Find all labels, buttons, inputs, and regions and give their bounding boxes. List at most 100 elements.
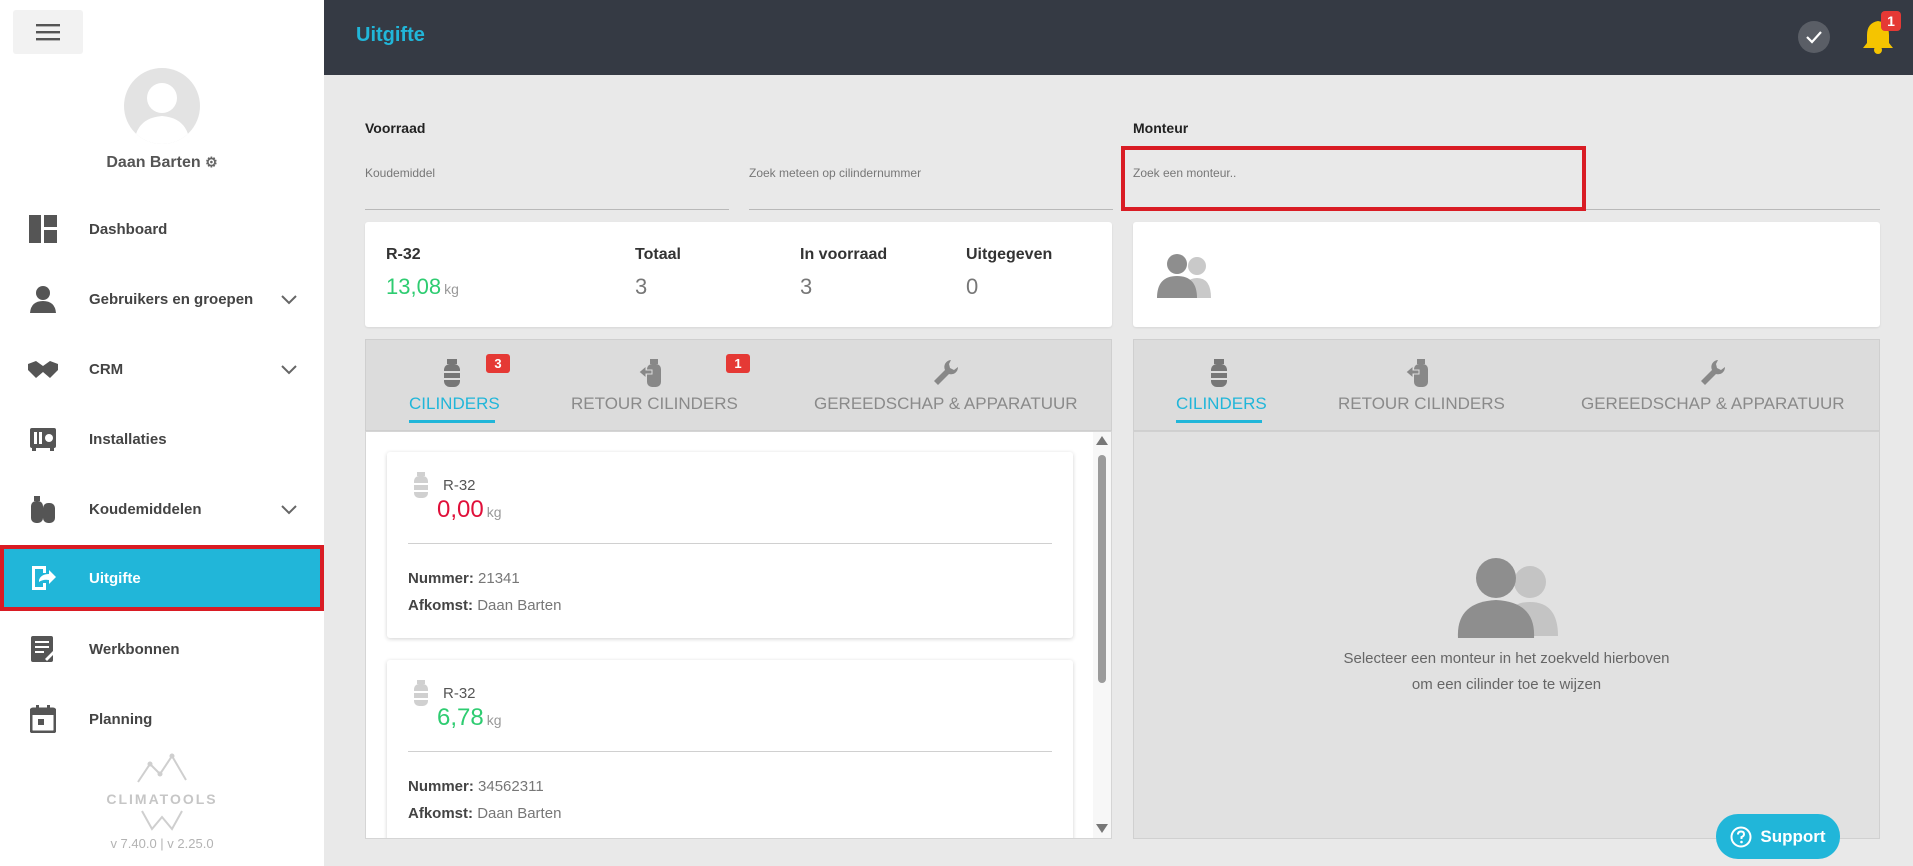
cylinder-return-icon — [1405, 359, 1428, 387]
scroll-thumb[interactable] — [1098, 455, 1106, 683]
sidebar-item-dashboard[interactable]: Dashboard — [0, 198, 324, 260]
monteur-label: Monteur — [1133, 120, 1189, 136]
tab-cilinders[interactable]: CILINDERS — [409, 340, 500, 430]
cylinder-name: R-32 — [443, 685, 476, 702]
cilinder-search-input[interactable]: Zoek meteen op cilindernummer — [749, 154, 1113, 210]
gear-icon[interactable]: ⚙ — [205, 154, 218, 170]
cylinder-afkomst: Afkomst: Daan Barten — [408, 597, 561, 614]
weight-unit: kg — [486, 712, 502, 728]
tab-label: CILINDERS — [1176, 394, 1267, 413]
scrollbar[interactable] — [1093, 432, 1111, 838]
weight-unit: kg — [444, 281, 459, 297]
nummer-value: 34562311 — [478, 778, 544, 795]
chevron-down-icon[interactable] — [280, 290, 298, 308]
cylinder-card[interactable]: R-32 6,78 kg Nummer: 34562311 Afkomst: Da… — [387, 660, 1073, 838]
person-icon — [28, 284, 58, 314]
climatools-mountain-icon — [137, 753, 187, 783]
cylinder-nummer: Nummer: 21341 — [408, 570, 520, 587]
sidebar-item-installaties[interactable]: Installaties — [0, 408, 324, 470]
weight-value: 13,08 — [386, 274, 442, 299]
afkomst-value: Daan Barten — [477, 597, 562, 614]
sidebar-item-label: Planning — [89, 710, 153, 728]
sidebar-item-label: Koudemiddelen — [89, 500, 202, 518]
avatar[interactable] — [124, 68, 200, 144]
tab-label: GEREEDSCHAP & APPARATUUR — [814, 394, 1078, 413]
empty-state-line2: om een cilinder toe te wijzen — [1411, 676, 1602, 693]
scroll-up-arrow-icon[interactable] — [1096, 436, 1108, 445]
cylinder-name: R-32 — [443, 477, 476, 494]
user-name-row[interactable]: Daan Barten ⚙ — [0, 154, 324, 172]
cylinder-card[interactable]: R-32 0,00 kg Nummer: 21341 Afkomst: Daan … — [387, 452, 1073, 638]
tab-cilinders[interactable]: CILINDERS — [1176, 340, 1267, 430]
sidebar-item-werkbonnen[interactable]: Werkbonnen — [0, 618, 324, 680]
sidebar-item-label: Uitgifte — [89, 569, 141, 587]
cylinder-return-icon — [638, 359, 661, 387]
active-tab-underline — [1176, 420, 1262, 423]
uitgegeven-value: 0 — [966, 274, 979, 299]
scroll-down-arrow-icon[interactable] — [1096, 824, 1108, 833]
cylinder-icon — [1211, 359, 1227, 387]
totaal-value: 3 — [635, 274, 648, 299]
afkomst-label: Afkomst: — [408, 597, 474, 614]
brand-name: CLIMATOOLS — [106, 791, 218, 807]
tab-gereedschap[interactable]: GEREEDSCHAP & APPARATUUR — [1581, 340, 1845, 430]
sidebar-item-gebruikers[interactable]: Gebruikers en groepen — [0, 268, 324, 330]
koudemiddel-select[interactable]: Koudemiddel — [365, 154, 729, 210]
active-tab-underline — [409, 420, 495, 423]
divider — [408, 543, 1052, 544]
calendar-icon — [28, 704, 58, 734]
cylinders-icon — [28, 494, 58, 524]
afkomst-value: Daan Barten — [477, 805, 562, 822]
cylinder-icon — [444, 359, 460, 387]
sidebar-item-crm[interactable]: CRM — [0, 338, 324, 400]
in-voorraad-value: 3 — [800, 274, 813, 299]
app-version: v 7.40.0 | v 2.25.0 — [110, 836, 214, 851]
tab-label: GEREEDSCHAP & APPARATUUR — [1581, 394, 1845, 413]
weight-unit: kg — [486, 504, 502, 520]
page-title: Uitgifte — [356, 24, 425, 46]
tab-retour-cilinders[interactable]: RETOUR CILINDERS — [1338, 340, 1505, 430]
refrigerant-name: R-32 — [386, 246, 421, 263]
totaal-label: Totaal — [635, 246, 681, 263]
support-button[interactable]: Support — [1716, 814, 1840, 859]
cilinders-count-badge: 3 — [486, 354, 510, 373]
hamburger-icon — [36, 24, 60, 41]
tab-retour-cilinders[interactable]: RETOUR CILINDERS — [571, 340, 738, 430]
check-button[interactable] — [1798, 21, 1830, 53]
right-tabs: CILINDERS RETOUR CILINDERS GEREEDSCHAP &… — [1133, 339, 1880, 431]
uitgegeven-label: Uitgegeven — [966, 246, 1053, 263]
topbar: Uitgifte 1 — [324, 0, 1913, 75]
chevron-down-icon[interactable] — [280, 500, 298, 518]
user-name: Daan Barten — [106, 154, 201, 171]
sidebar-item-label: Gebruikers en groepen — [89, 290, 254, 308]
chevron-down-icon[interactable] — [280, 360, 298, 378]
hamburger-menu-button[interactable] — [13, 10, 83, 54]
stock-summary-card: R-32 13,08 kg Totaal 3 In voorraad 3 Uitg… — [365, 222, 1112, 327]
tab-label: CILINDERS — [409, 394, 500, 413]
cylinder-weight: 6,78 kg — [437, 704, 502, 732]
user-silhouette-icon — [134, 83, 190, 144]
refrigerant-weight: 13,08 kg — [386, 274, 459, 300]
cylinder-list: R-32 0,00 kg Nummer: 21341 Afkomst: Daan … — [365, 431, 1112, 839]
sidebar-item-planning[interactable]: Planning — [0, 688, 324, 750]
cilinder-search-placeholder: Zoek meteen op cilindernummer — [749, 166, 922, 180]
users-group-icon — [1157, 254, 1211, 298]
retour-count-badge: 1 — [726, 354, 750, 373]
dashboard-icon — [28, 214, 58, 244]
cylinder-nummer: Nummer: 34562311 — [408, 778, 544, 795]
koudemiddel-placeholder: Koudemiddel — [365, 166, 436, 180]
monteur-card — [1133, 222, 1880, 327]
sidebar: Daan Barten ⚙ Dashboard Gebruikers en gr… — [0, 0, 324, 866]
sidebar-item-label: Installaties — [89, 430, 167, 448]
climatools-wave-icon — [141, 810, 183, 831]
weight-value: 6,78 — [437, 704, 484, 731]
empty-state-message: Selecteer een monteur in het zoekveld hi… — [1134, 646, 1879, 698]
nummer-label: Nummer: — [408, 570, 474, 587]
divider — [408, 751, 1052, 752]
nummer-label: Nummer: — [408, 778, 474, 795]
tab-gereedschap[interactable]: GEREEDSCHAP & APPARATUUR — [814, 340, 1078, 430]
sidebar-item-koudemiddelen[interactable]: Koudemiddelen — [0, 478, 324, 540]
sidebar-item-uitgifte[interactable]: Uitgifte — [0, 545, 324, 611]
cylinder-icon — [414, 472, 428, 498]
notification-badge: 1 — [1881, 11, 1901, 31]
